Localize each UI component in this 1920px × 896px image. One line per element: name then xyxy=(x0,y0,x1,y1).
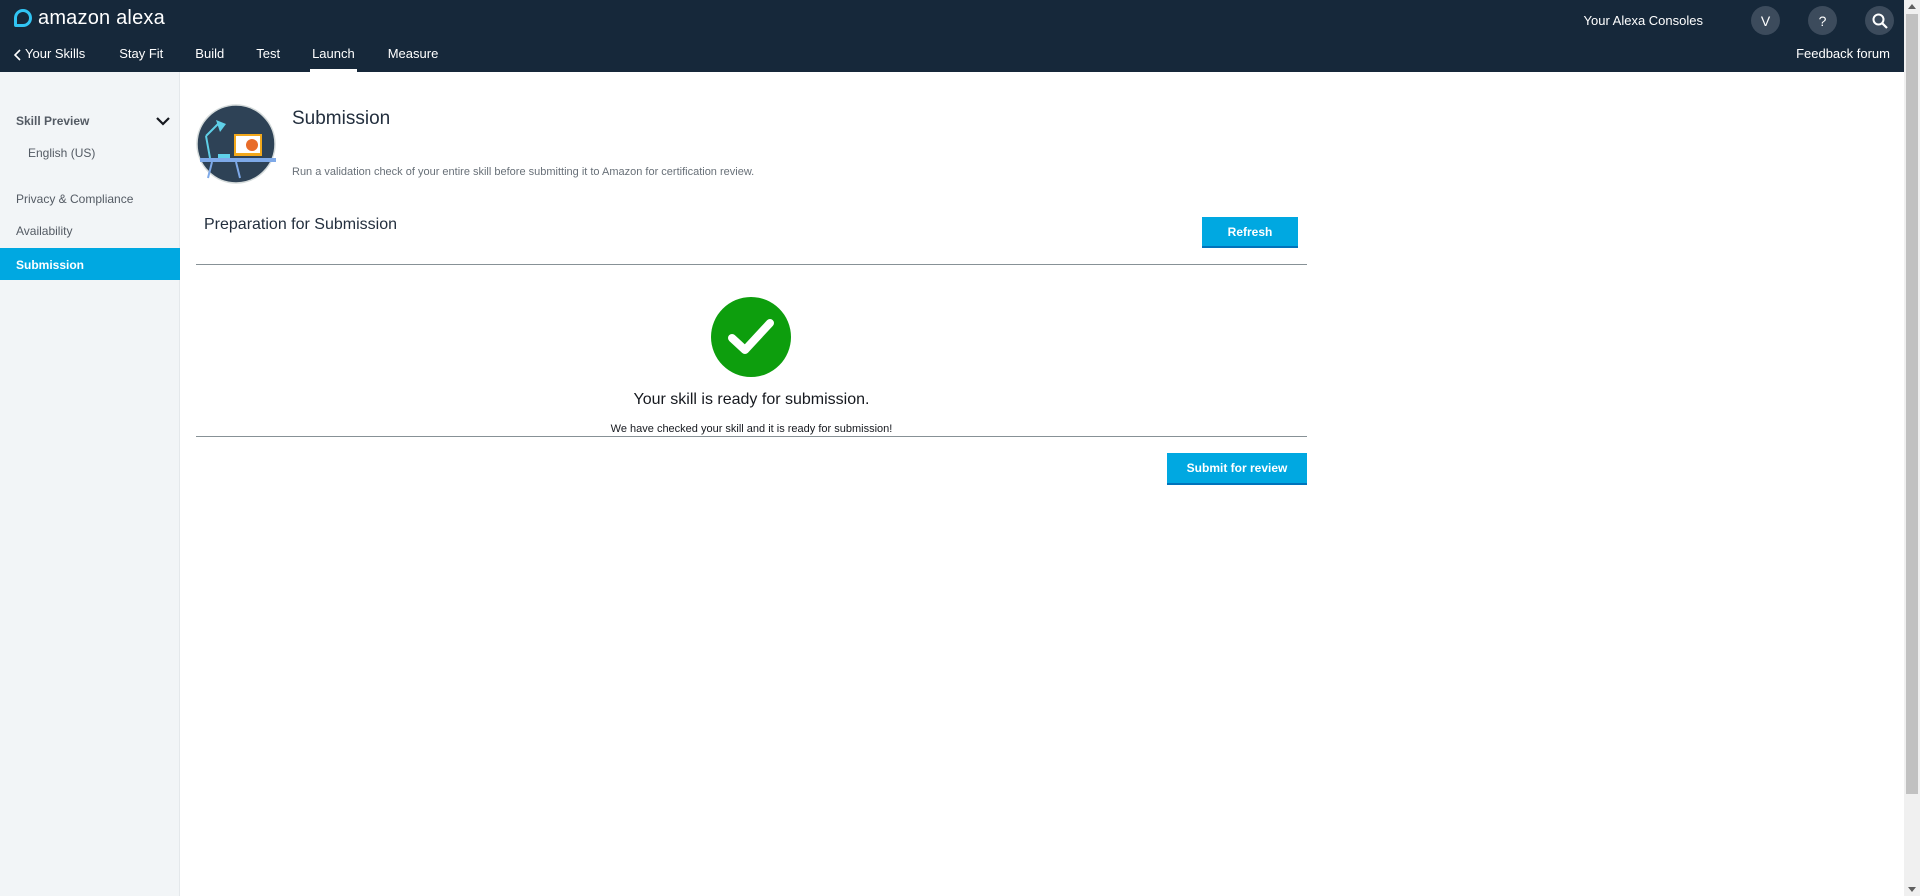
search-icon[interactable] xyxy=(1865,6,1894,35)
chevron-left-icon xyxy=(14,49,21,61)
status-title: Your skill is ready for submission. xyxy=(633,391,870,408)
avatar[interactable]: V xyxy=(1751,6,1780,35)
sidebar-item-availability[interactable]: Availability xyxy=(16,224,72,238)
submit-for-review-button[interactable]: Submit for review xyxy=(1167,453,1307,485)
sidebar-item-english-us[interactable]: English (US) xyxy=(28,146,95,160)
success-check-badge xyxy=(711,297,791,377)
chevron-down-icon[interactable] xyxy=(156,116,170,126)
scroll-down-arrow[interactable] xyxy=(1908,887,1916,892)
nav-build[interactable]: Build xyxy=(195,40,224,72)
consoles-menu[interactable]: Your Alexa Consoles xyxy=(1584,13,1704,28)
nav-test[interactable]: Test xyxy=(256,40,280,72)
help-label: ? xyxy=(1818,12,1827,29)
desk-lamp-illustration xyxy=(196,104,276,184)
skill-nav: Your Skills Stay Fit Build Test Launch M… xyxy=(0,40,438,72)
sidebar: Skill Preview English (US) Privacy & Com… xyxy=(0,72,180,896)
section-title: Preparation for Submission xyxy=(204,216,397,233)
refresh-button[interactable]: Refresh xyxy=(1202,217,1298,248)
feedback-forum-link[interactable]: Feedback forum xyxy=(1796,46,1890,61)
nav-launch[interactable]: Launch xyxy=(310,40,357,72)
brand-text: amazon alexa xyxy=(38,6,165,29)
alexa-ring-icon xyxy=(14,9,32,27)
help-icon[interactable]: ? xyxy=(1808,6,1837,35)
page-description: Run a validation check of your entire sk… xyxy=(292,166,755,178)
scroll-thumb[interactable] xyxy=(1906,14,1918,794)
nav-your-skills[interactable]: Your Skills xyxy=(14,40,85,72)
nav-stay-fit[interactable]: Stay Fit xyxy=(119,40,163,72)
status-description: We have checked your skill and it is rea… xyxy=(610,423,893,435)
sidebar-item-privacy-compliance[interactable]: Privacy & Compliance xyxy=(16,192,133,206)
page-title: Submission xyxy=(292,108,391,129)
divider xyxy=(196,264,1307,265)
top-right-controls: Your Alexa Consoles V ? xyxy=(1584,6,1894,35)
brand-logo[interactable]: amazon alexa xyxy=(14,6,165,30)
sidebar-item-skill-preview[interactable]: Skill Preview xyxy=(16,114,89,128)
scroll-up-arrow[interactable] xyxy=(1908,4,1916,9)
top-bar: amazon alexa Your Alexa Consoles V ? You… xyxy=(0,0,1904,72)
sidebar-item-submission[interactable]: Submission xyxy=(0,248,180,280)
nav-label: Your Skills xyxy=(25,46,86,61)
checkmark-icon xyxy=(728,319,774,354)
page-scrollbar[interactable] xyxy=(1904,0,1920,896)
nav-measure[interactable]: Measure xyxy=(388,40,439,72)
divider xyxy=(196,436,1307,437)
